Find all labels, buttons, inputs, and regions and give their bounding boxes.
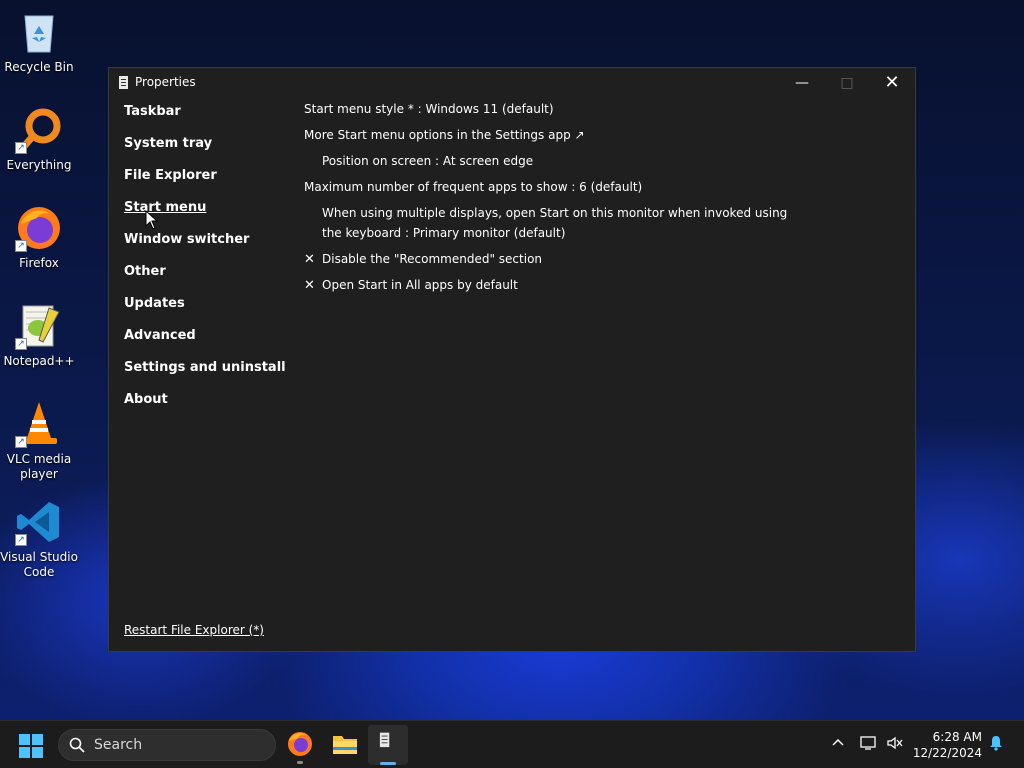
sidebar-item-taskbar[interactable]: Taskbar xyxy=(124,104,294,136)
shortcut-arrow-icon: ↗ xyxy=(15,436,27,448)
restart-file-explorer-link[interactable]: Restart File Explorer (*) xyxy=(124,623,264,637)
shortcut-arrow-icon: ↗ xyxy=(15,338,27,350)
setting-label: Open Start in All apps by default xyxy=(322,278,518,292)
sidebar-item-other[interactable]: Other xyxy=(124,264,294,296)
maximize-button[interactable]: □ xyxy=(824,68,870,98)
sidebar-item-label: Other xyxy=(124,264,166,279)
system-clock[interactable]: 6:28 AM 12/22/2024 xyxy=(912,729,982,761)
sidebar-item-label: Start menu xyxy=(124,200,207,215)
setting-position-on-screen[interactable]: Position on screen : At screen edge xyxy=(322,154,533,168)
vscode-icon: ↗ xyxy=(15,498,63,546)
sidebar-item-label: Updates xyxy=(124,296,185,311)
firefox-icon: ↗ xyxy=(15,204,63,252)
sidebar-item-label: Settings and uninstall xyxy=(124,360,286,375)
sidebar-item-label: Advanced xyxy=(124,328,196,343)
sidebar-item-settings-and-uninstall[interactable]: Settings and uninstall xyxy=(124,360,294,392)
taskbar-properties-app[interactable] xyxy=(368,725,408,765)
desktop-icon-label: Firefox xyxy=(19,256,59,270)
properties-app-icon xyxy=(379,732,390,748)
search-icon xyxy=(69,737,85,753)
taskbar-firefox[interactable] xyxy=(283,727,317,764)
desktop-icon-label: Everything xyxy=(6,158,72,172)
sidebar-item-label: File Explorer xyxy=(124,168,217,183)
desktop-icon-label: VLC media player xyxy=(6,452,72,481)
settings-sidebar: Taskbar System tray File Explorer Start … xyxy=(124,104,294,424)
close-button[interactable]: ✕ xyxy=(869,68,915,98)
mouse-cursor-icon xyxy=(145,210,159,230)
setting-multi-display-line2[interactable]: the keyboard : Primary monitor (default) xyxy=(322,226,565,240)
sidebar-item-label: Window switcher xyxy=(124,232,250,247)
setting-more-options-link[interactable]: More Start menu options in the Settings … xyxy=(304,128,585,142)
properties-window: Properties — □ ✕ Taskbar System tray Fil… xyxy=(108,67,916,652)
firefox-icon xyxy=(288,732,312,756)
shortcut-arrow-icon: ↗ xyxy=(15,534,27,546)
sidebar-item-label: Taskbar xyxy=(124,104,181,119)
clock-date: 12/22/2024 xyxy=(912,746,982,760)
desktop-icon-notepad-plus-plus[interactable]: ↗ Notepad++ xyxy=(0,302,78,369)
search-placeholder: Search xyxy=(94,737,143,753)
setting-start-menu-style[interactable]: Start menu style * : Windows 11 (default… xyxy=(304,102,554,116)
desktop-icon-vscode[interactable]: ↗ Visual Studio Code xyxy=(0,498,78,580)
unchecked-x-icon: ✕ xyxy=(304,278,315,293)
vlc-icon: ↗ xyxy=(15,400,63,448)
desktop-icon-recycle-bin[interactable]: Recycle Bin xyxy=(0,8,78,75)
sidebar-item-system-tray[interactable]: System tray xyxy=(124,136,294,168)
network-icon[interactable] xyxy=(860,735,878,755)
folder-icon xyxy=(333,736,357,754)
taskbar: Search 6:28 AM 12/22/2024 xyxy=(0,720,1024,768)
volume-muted-icon[interactable] xyxy=(886,735,904,755)
start-button[interactable] xyxy=(18,733,44,759)
sidebar-item-label: About xyxy=(124,392,168,407)
taskbar-search-box[interactable]: Search xyxy=(58,729,276,761)
setting-max-frequent-apps[interactable]: Maximum number of frequent apps to show … xyxy=(304,180,642,194)
everything-search-icon: ↗ xyxy=(15,106,63,154)
setting-multi-display-line1[interactable]: When using multiple displays, open Start… xyxy=(322,206,787,220)
sidebar-item-window-switcher[interactable]: Window switcher xyxy=(124,232,294,264)
window-title: Properties xyxy=(135,75,196,89)
sidebar-item-file-explorer[interactable]: File Explorer xyxy=(124,168,294,200)
app-icon xyxy=(119,76,128,89)
desktop-icon-label: Notepad++ xyxy=(3,354,75,368)
desktop-icon-label: Recycle Bin xyxy=(4,60,74,74)
shortcut-arrow-icon: ↗ xyxy=(15,240,27,252)
sidebar-item-label: System tray xyxy=(124,136,213,151)
sidebar-item-advanced[interactable]: Advanced xyxy=(124,328,294,360)
clock-time: 6:28 AM xyxy=(932,730,982,744)
tray-overflow-chevron-icon[interactable] xyxy=(831,735,845,753)
shortcut-arrow-icon: ↗ xyxy=(15,142,27,154)
minimize-button[interactable]: — xyxy=(779,68,825,98)
desktop-icon-firefox[interactable]: ↗ Firefox xyxy=(0,204,78,271)
notification-bell-icon[interactable] xyxy=(989,735,1003,755)
sidebar-item-about[interactable]: About xyxy=(124,392,294,424)
desktop-icon-everything[interactable]: ↗ Everything xyxy=(0,106,78,173)
desktop-icon-label: Visual Studio Code xyxy=(0,550,78,579)
desktop-icon-vlc[interactable]: ↗ VLC media player xyxy=(0,400,78,482)
taskbar-file-explorer[interactable] xyxy=(328,727,362,761)
setting-label: Disable the "Recommended" section xyxy=(322,252,543,266)
unchecked-x-icon: ✕ xyxy=(304,252,315,267)
windows-logo-icon xyxy=(19,734,43,758)
sidebar-item-updates[interactable]: Updates xyxy=(124,296,294,328)
recycle-bin-icon xyxy=(15,8,63,56)
notepad-plus-plus-icon: ↗ xyxy=(15,302,63,350)
running-indicator xyxy=(297,761,303,764)
active-indicator xyxy=(380,762,396,765)
title-bar[interactable]: Properties — □ ✕ xyxy=(109,68,915,98)
